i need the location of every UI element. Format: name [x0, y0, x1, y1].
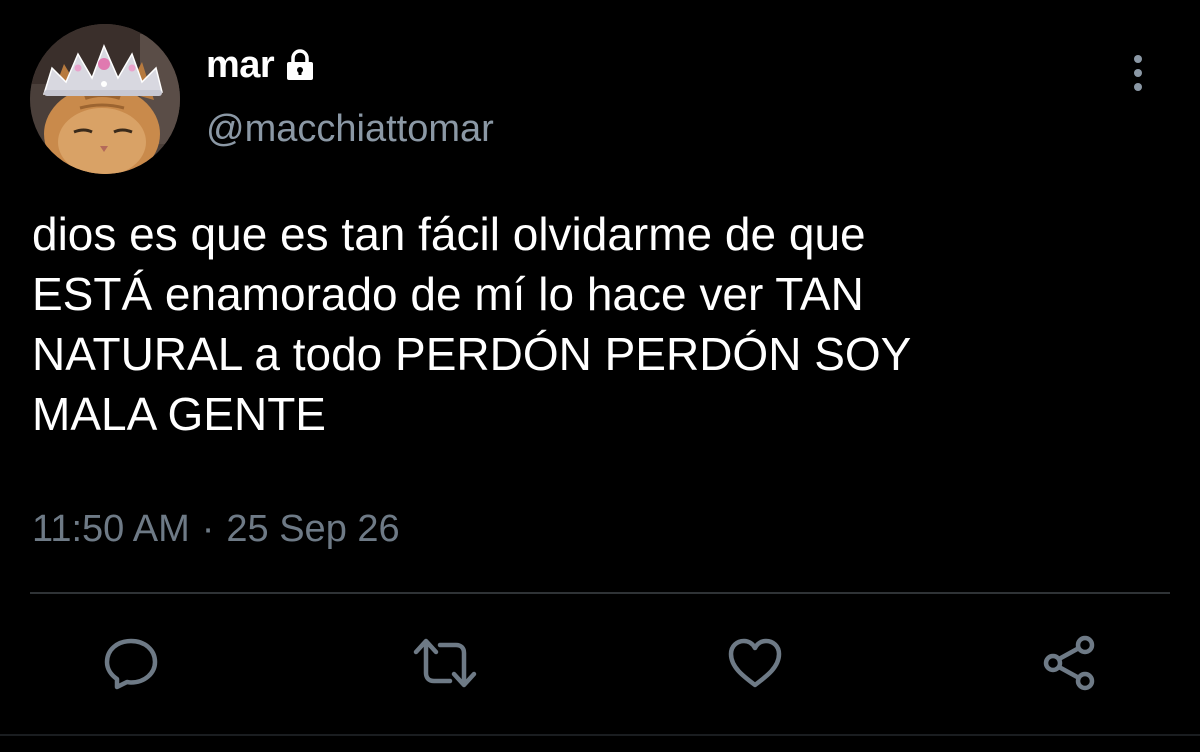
user-handle[interactable]: @macchiattomar	[206, 108, 494, 151]
tweet-time: 11:50 AM	[32, 508, 190, 550]
tweet-date: 25 Sep 26	[226, 508, 400, 550]
retweet-button[interactable]	[410, 628, 480, 698]
like-button[interactable]	[720, 628, 790, 698]
display-name-row[interactable]: mar	[206, 40, 318, 90]
tweet-timestamp[interactable]: 11:50 AM · 25 Sep 26	[32, 508, 400, 551]
reply-button[interactable]	[96, 628, 166, 698]
share-icon	[1043, 635, 1095, 691]
bottom-divider	[0, 734, 1200, 736]
retweet-icon	[413, 638, 477, 688]
cat-with-tiara-image	[30, 24, 180, 174]
lock-icon	[282, 45, 318, 85]
divider	[30, 592, 1170, 594]
display-name[interactable]: mar	[206, 44, 275, 87]
tweet-text: dios es que es tan fácil olvidarme de qu…	[32, 208, 912, 440]
tweet-detail: mar @macchiattomar dios es que es tan fá…	[0, 0, 1200, 752]
more-options-icon[interactable]	[1120, 50, 1156, 96]
heart-icon	[728, 638, 782, 688]
reply-icon	[104, 638, 158, 690]
share-button[interactable]	[1034, 628, 1104, 698]
avatar[interactable]	[30, 24, 180, 174]
timestamp-separator: ·	[201, 508, 215, 550]
